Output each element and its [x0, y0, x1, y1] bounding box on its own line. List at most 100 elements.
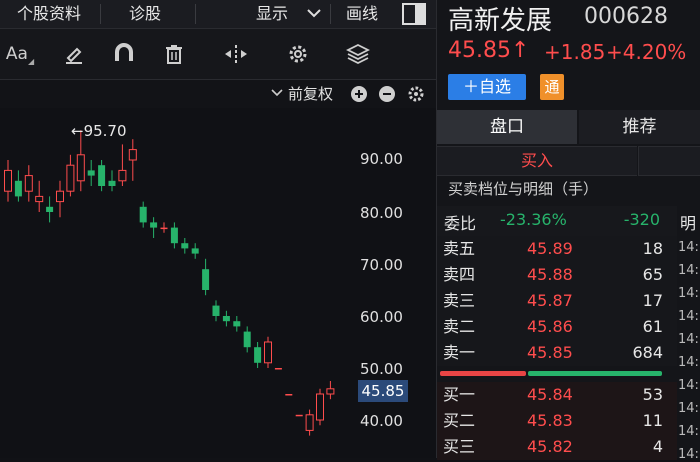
y-tick-label: 80.00: [360, 204, 403, 222]
tick-time: 14:: [678, 286, 699, 301]
candle-body: [128, 149, 137, 161]
candle-body: [118, 169, 127, 182]
level-price: 45.87: [527, 291, 573, 310]
orderbook-row[interactable]: 卖二 45.86 61: [437, 314, 677, 340]
add-watchlist-button[interactable]: ＋自选: [448, 74, 526, 100]
level-volume: 11: [642, 411, 663, 430]
candle-body: [326, 388, 335, 395]
level-label: 买三: [443, 437, 476, 456]
candle-body: [202, 269, 210, 290]
tick-time: 14:: [678, 355, 699, 370]
level-volume: 684: [632, 343, 663, 362]
level-price: 45.89: [527, 239, 573, 258]
font-icon[interactable]: Aa ◢: [0, 29, 40, 79]
tab-stock-info[interactable]: 个股资料: [6, 0, 92, 28]
candle-body: [305, 414, 314, 431]
level-price: 45.83: [527, 411, 573, 430]
orderbook-row[interactable]: 卖三 45.87 17: [437, 288, 677, 314]
chevron-down-icon[interactable]: [306, 4, 322, 22]
stock-price: 45.85↑: [448, 38, 530, 63]
candle-body: [56, 190, 64, 203]
y-tick-label: 40.00: [360, 412, 403, 430]
tab-recommend[interactable]: 推荐: [579, 110, 700, 144]
price-adjust-selector[interactable]: 前复权: [288, 83, 333, 104]
orderbook-row[interactable]: 卖一 45.85 684: [437, 340, 677, 366]
candle-body: [66, 164, 75, 192]
level-label: 卖五: [443, 239, 476, 258]
tick-time: 14:: [678, 332, 699, 347]
level-label: 买二: [443, 411, 476, 430]
candle-body: [108, 180, 116, 186]
y-tick-label: 50.00: [360, 360, 403, 378]
bid-list: 买一 45.84 53 买二 45.83 11 买三 45.82 4: [437, 382, 677, 460]
tick-time: 14:: [678, 240, 699, 255]
orderbook-row[interactable]: 买二 45.83 11: [437, 408, 677, 434]
resize-icon[interactable]: [216, 29, 256, 79]
level-price: 45.85: [527, 343, 573, 362]
candle-body: [4, 169, 12, 192]
tick-time: 14:: [678, 263, 699, 278]
zoom-out-icon[interactable]: [378, 85, 396, 103]
chevron-down-icon[interactable]: [270, 84, 284, 102]
candle-body: [191, 248, 199, 254]
candle-body: [76, 154, 85, 182]
weibi-value: -320: [623, 210, 660, 229]
sell-ratio-bar: [440, 371, 526, 376]
orderbook-row[interactable]: 卖五 45.89 18: [437, 236, 677, 262]
level-volume: 18: [642, 239, 663, 258]
candle-body: [170, 227, 178, 244]
level-price: 45.84: [527, 385, 573, 404]
draw-line-button[interactable]: 画线: [340, 0, 384, 28]
stock-name: 高新发展: [448, 6, 553, 36]
level-price: 45.86: [527, 317, 573, 336]
candle-body: [212, 305, 220, 316]
section-title: 买卖档位与明细（手）: [448, 180, 599, 198]
candle-body: [243, 331, 251, 348]
tab-order-book[interactable]: 盘口: [437, 110, 577, 144]
divider: [330, 4, 331, 24]
tick-detail-column: 14: 14: 14: 14: 14: 14: 14: 14: 14: 14:: [678, 236, 700, 458]
candle-body: [24, 175, 33, 192]
stock-code: 000628: [584, 4, 668, 29]
y-tick-label: 60.00: [360, 308, 403, 326]
sell-tab[interactable]: [638, 146, 700, 176]
connect-badge[interactable]: 通: [540, 74, 564, 100]
orderbook-row[interactable]: 买一 45.84 53: [437, 382, 677, 408]
display-menu-label[interactable]: 显示: [252, 0, 292, 28]
level-volume: 17: [642, 291, 663, 310]
level-label: 卖一: [443, 343, 476, 362]
level-label: 买一: [443, 385, 476, 404]
level-label: 卖四: [443, 265, 476, 284]
panel-toggle-icon[interactable]: [400, 2, 428, 26]
current-price-tag: 45.85: [358, 380, 408, 402]
level-volume: 65: [642, 265, 663, 284]
level-volume: 61: [642, 317, 663, 336]
layers-icon[interactable]: [338, 29, 378, 79]
detail-column-header: 明: [680, 214, 697, 233]
level-volume: 53: [642, 385, 663, 404]
level-price: 45.82: [527, 437, 573, 456]
y-axis: 90.00 80.00 70.00 60.00 50.00 40.00 45.8…: [356, 108, 436, 458]
trash-icon[interactable]: [154, 29, 194, 79]
tick-time: 14:: [678, 378, 699, 393]
magnet-icon[interactable]: [104, 29, 144, 79]
candle-body: [222, 316, 230, 322]
chart-settings-icon[interactable]: [406, 84, 426, 104]
orderbook-row[interactable]: 买三 45.82 4: [437, 434, 677, 460]
tick-time: 14:: [678, 447, 699, 458]
eraser-icon[interactable]: [54, 29, 94, 79]
candle-body: [285, 394, 293, 396]
orderbook-row[interactable]: 卖四 45.88 65: [437, 262, 677, 288]
settings-icon[interactable]: [278, 29, 318, 79]
level-price: 45.88: [527, 265, 573, 284]
tick-time: 14:: [678, 401, 699, 416]
candle-body: [46, 206, 54, 212]
tick-time: 14:: [678, 309, 699, 324]
candle-body: [139, 206, 147, 223]
buy-tab[interactable]: 买入: [437, 146, 637, 176]
tab-diagnose[interactable]: 诊股: [110, 0, 180, 28]
candle-body: [160, 227, 168, 230]
candle-body: [264, 341, 272, 364]
buy-ratio-bar: [528, 371, 662, 376]
zoom-in-icon[interactable]: [350, 85, 368, 103]
